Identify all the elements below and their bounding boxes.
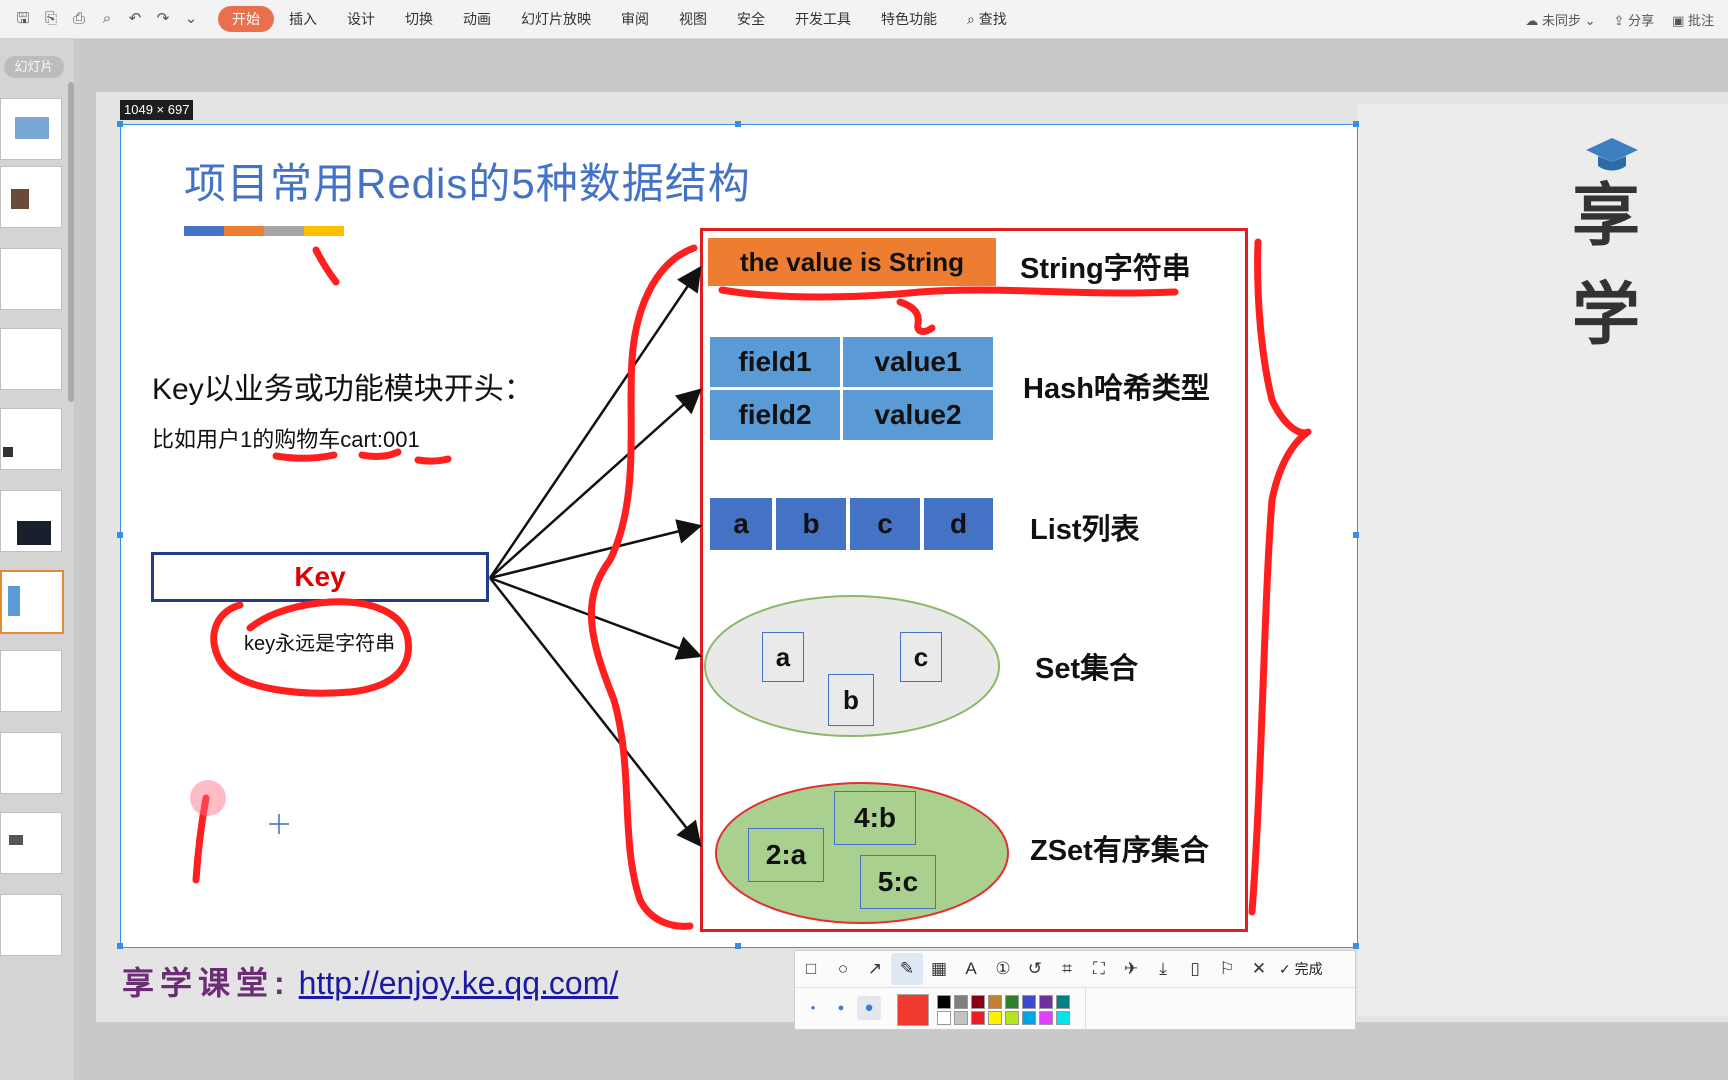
logo-text: 享学 (1572, 178, 1640, 353)
download-icon[interactable]: ⤓ (1147, 953, 1179, 985)
color-swatch[interactable] (1005, 1011, 1019, 1025)
color-swatch[interactable] (1039, 1011, 1053, 1025)
ink-underline (358, 448, 402, 460)
pin-icon[interactable]: ✈ (1115, 953, 1147, 985)
ink-stroke (312, 246, 340, 286)
color-swatch[interactable] (971, 1011, 985, 1025)
resize-handle[interactable] (1353, 532, 1359, 538)
ink-brace-right (1248, 238, 1312, 916)
ink-brace-left (587, 244, 698, 930)
ocr-icon[interactable]: ⌗ (1051, 953, 1083, 985)
ink-underline (272, 451, 338, 462)
brush-size-large[interactable]: ● (857, 996, 881, 1020)
check-icon: ✓ (1279, 961, 1291, 977)
pen-icon[interactable]: ✎ (891, 953, 923, 985)
number-marker-icon[interactable]: ① (987, 953, 1019, 985)
color-swatch[interactable] (1056, 995, 1070, 1009)
ink-circle-key-note (210, 598, 412, 697)
footer: 享学课堂: http://enjoy.ke.qq.com/ (122, 958, 618, 1004)
annotation-style-row: ● ● ● (795, 988, 1086, 1030)
current-color-swatch[interactable] (897, 994, 929, 1026)
resize-handle[interactable] (117, 943, 123, 949)
color-swatch[interactable] (954, 995, 968, 1009)
arrow-icon[interactable]: ↗ (859, 953, 891, 985)
color-swatch[interactable] (988, 995, 1002, 1009)
screen-recognize-icon[interactable]: ⛶ (1083, 953, 1115, 985)
footer-brand: 享学课堂: (122, 965, 291, 1001)
color-swatch[interactable] (1022, 995, 1036, 1009)
mosaic-icon[interactable]: ▦ (923, 953, 955, 985)
footer-link[interactable]: http://enjoy.ke.qq.com/ (299, 965, 619, 1001)
color-swatch[interactable] (937, 995, 951, 1009)
color-swatch[interactable] (937, 1011, 951, 1025)
color-swatch[interactable] (954, 1011, 968, 1025)
resize-handle[interactable] (117, 121, 123, 127)
resize-handle[interactable] (1353, 943, 1359, 949)
ink-underline (414, 455, 452, 465)
close-icon[interactable]: ✕ (1243, 953, 1275, 985)
bookmark-icon[interactable]: ⚐ (1211, 953, 1243, 985)
ellipse-icon[interactable]: ○ (827, 953, 859, 985)
phone-icon[interactable]: ▯ (1179, 953, 1211, 985)
color-swatch[interactable] (971, 995, 985, 1009)
color-swatch[interactable] (1056, 1011, 1070, 1025)
undo-icon[interactable]: ↺ (1019, 953, 1051, 985)
text-icon[interactable]: A (955, 953, 987, 985)
done-button[interactable]: ✓ 完成 (1279, 959, 1323, 979)
resize-handle[interactable] (735, 121, 741, 127)
resize-handle[interactable] (1353, 121, 1359, 127)
color-swatch[interactable] (1039, 995, 1053, 1009)
resize-handle[interactable] (117, 532, 123, 538)
annotation-tools-row: □ ○ ↗ ✎ ▦ A ① ↺ ⌗ ⛶ ✈ ⤓ ▯ ⚐ ✕ ✓ 完成 (795, 951, 1355, 988)
color-swatch[interactable] (988, 1011, 1002, 1025)
color-swatch[interactable] (1022, 1011, 1036, 1025)
ink-underline-string (718, 286, 1179, 301)
annotation-toolbar: □ ○ ↗ ✎ ▦ A ① ↺ ⌗ ⛶ ✈ ⤓ ▯ ⚐ ✕ ✓ 完成 ● ● ● (794, 950, 1356, 1030)
color-swatch[interactable] (1005, 995, 1019, 1009)
brush-size-medium[interactable]: ● (829, 996, 853, 1020)
brush-size-small[interactable]: ● (801, 996, 825, 1020)
laser-pointer-dot (190, 780, 226, 816)
ink-brace-center (896, 298, 936, 335)
rectangle-icon[interactable]: □ (795, 953, 827, 985)
resize-handle[interactable] (735, 943, 741, 949)
ink-annotation-layer (190, 238, 1312, 930)
done-label: 完成 (1294, 961, 1323, 977)
